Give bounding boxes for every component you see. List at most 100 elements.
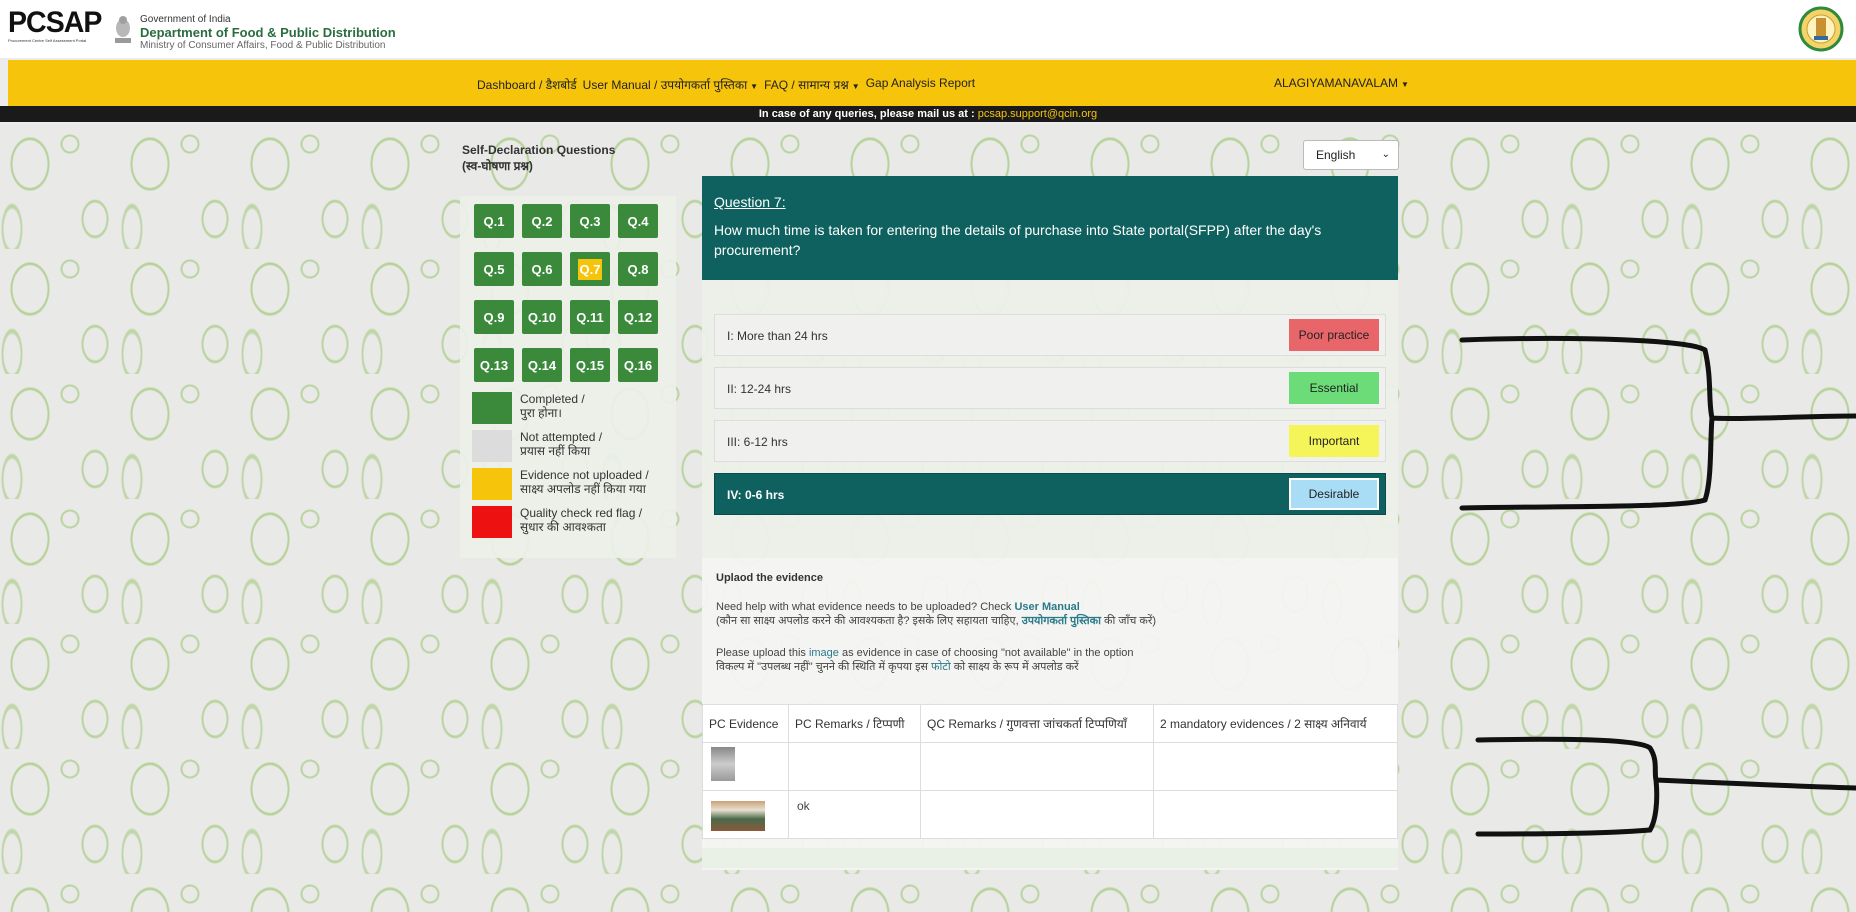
user-menu[interactable]: ALAGIYAMANAVALAM ▼ xyxy=(1274,76,1409,90)
help-en-text: Need help with what evidence needs to be… xyxy=(716,601,1015,613)
image-hi-text: विकल्प में "उपलब्ध नहीं" चुनने की स्थिति… xyxy=(716,661,931,673)
table-row xyxy=(702,742,1398,791)
col-pc-remarks: PC Remarks / टिप्पणी xyxy=(788,704,921,743)
answer-options: I: More than 24 hrs Poor practice II: 12-2… xyxy=(702,280,1398,558)
legend-text-hi: सुधार की आवश्कता xyxy=(520,520,606,534)
option-practice-badge: Important xyxy=(1289,425,1379,457)
question-button-7[interactable]: Q.7 xyxy=(570,252,610,286)
language-select[interactable]: English ⌄ xyxy=(1303,140,1399,170)
option-label: I: More than 24 hrs xyxy=(727,329,828,343)
image-en-suffix: as evidence in case of choosing "not ava… xyxy=(838,647,1134,659)
language-selected: English xyxy=(1316,148,1356,162)
support-email-link[interactable]: pcsap.support@qcin.org xyxy=(978,108,1097,120)
option-label: II: 12-24 hrs xyxy=(727,382,792,396)
option-label: III: 6-12 hrs xyxy=(727,435,788,449)
question-button-6[interactable]: Q.6 xyxy=(522,252,562,286)
sidebar-title-hi: (स्व-घोषणा प्रश्न) xyxy=(462,159,533,173)
sidebar-title: Self-Declaration Questions (स्व-घोषणा प्… xyxy=(462,142,615,174)
question-button-label: Q.14 xyxy=(527,357,557,373)
option-practice-badge: Poor practice xyxy=(1289,319,1379,351)
image-en-text: Please upload this xyxy=(716,647,809,659)
user-manual-hi-link[interactable]: उपयोगकर्ता पुस्तिका xyxy=(1022,615,1101,627)
question-button-label: Q.15 xyxy=(575,357,605,373)
question-button-label: Q.16 xyxy=(623,357,653,373)
question-button-label: Q.7 xyxy=(577,258,603,280)
evidence-thumbnail[interactable] xyxy=(711,801,765,831)
evidence-thumbnail[interactable] xyxy=(711,747,735,781)
question-button-14[interactable]: Q.14 xyxy=(522,348,562,382)
national-emblem-icon xyxy=(115,16,131,43)
mandatory-cell xyxy=(1153,742,1398,791)
col-pc-evidence: PC Evidence xyxy=(702,704,789,743)
nav-gap-analysis[interactable]: Gap Analysis Report xyxy=(866,76,975,93)
user-manual-link[interactable]: User Manual xyxy=(1014,601,1079,613)
legend-text-hi: प्रयास नहीं किया xyxy=(520,444,591,458)
evidence-cell xyxy=(702,742,789,791)
question-button-3[interactable]: Q.3 xyxy=(570,204,610,238)
user-name: ALAGIYAMANAVALAM xyxy=(1274,76,1399,90)
support-text: In case of any queries, please mail us a… xyxy=(758,108,975,120)
answer-option-4[interactable]: IV: 0-6 hrs Desirable xyxy=(714,473,1386,515)
image-link[interactable]: image xyxy=(809,647,839,659)
legend-swatch xyxy=(472,430,512,462)
photo-link[interactable]: फोटो xyxy=(931,661,951,673)
option-practice-badge: Desirable xyxy=(1289,478,1379,510)
upload-image-text: Please upload this image as evidence in … xyxy=(716,646,1134,674)
question-button-5[interactable]: Q.5 xyxy=(474,252,514,286)
legend-text-en: Evidence not uploaded / xyxy=(520,468,649,482)
question-button-8[interactable]: Q.8 xyxy=(618,252,658,286)
answer-option-2[interactable]: II: 12-24 hrs Essential xyxy=(714,367,1386,409)
col-qc-remarks: QC Remarks / गुणवत्ता जांचकर्ता टिप्पणिय… xyxy=(920,704,1154,743)
nav-user-manual[interactable]: User Manual / उपयोगकर्ता पुस्तिका ▼ xyxy=(583,76,758,93)
answer-option-1[interactable]: I: More than 24 hrs Poor practice xyxy=(714,314,1386,356)
evidence-upload-section: Uplaod the evidence Need help with what … xyxy=(702,558,1398,870)
question-button-label: Q.9 xyxy=(483,309,505,325)
question-button-label: Q.6 xyxy=(531,261,553,277)
legend-text-hi: पुरा होना। xyxy=(520,406,562,420)
legend-item: Completed / पुरा होना। xyxy=(472,392,649,430)
nav-dashboard-label: Dashboard / डैशबोर्ड xyxy=(477,78,577,92)
question-button-label: Q.11 xyxy=(576,309,604,325)
nav-faq[interactable]: FAQ / सामान्य प्रश्न ▼ xyxy=(764,76,860,93)
main-navbar: Dashboard / डैशबोर्ड User Manual / उपयोग… xyxy=(8,60,1856,106)
question-button-12[interactable]: Q.12 xyxy=(618,300,658,334)
evidence-table: PC Evidence PC Remarks / टिप्पणी QC Rema… xyxy=(702,704,1398,839)
answer-option-3[interactable]: III: 6-12 hrs Important xyxy=(714,420,1386,462)
legend-text-en: Not attempted / xyxy=(520,430,603,444)
department-name: Department of Food & Public Distribution xyxy=(140,25,396,40)
pcsap-logo-text: PCSAP xyxy=(8,6,102,39)
question-button-4[interactable]: Q.4 xyxy=(618,204,658,238)
qc-remarks-cell xyxy=(920,742,1154,791)
legend-text: Completed / पुरा होना। xyxy=(520,392,585,420)
nav-dashboard[interactable]: Dashboard / डैशबोर्ड xyxy=(477,76,577,93)
legend-item: Evidence not uploaded / साक्ष्य अपलोड नही… xyxy=(472,468,649,506)
question-button-13[interactable]: Q.13 xyxy=(474,348,514,382)
chevron-down-icon: ▼ xyxy=(851,82,860,91)
chevron-down-icon: ▼ xyxy=(1401,80,1409,89)
question-button-16[interactable]: Q.16 xyxy=(618,348,658,382)
legend-text: Evidence not uploaded / साक्ष्य अपलोड नही… xyxy=(520,468,649,496)
question-button-label: Q.5 xyxy=(483,261,505,277)
question-button-11[interactable]: Q.11 xyxy=(570,300,610,334)
upload-help-text: Need help with what evidence needs to be… xyxy=(716,600,1156,628)
pcsap-logo[interactable]: PCSAP Procurement Centre Self Assessment… xyxy=(8,6,108,50)
image-hi-suffix: को साक्ष्य के रूप में अपलोड करें xyxy=(950,661,1079,673)
legend-text: Not attempted / प्रयास नहीं किया xyxy=(520,430,602,458)
question-button-label: Q.8 xyxy=(627,261,649,277)
mandatory-cell xyxy=(1153,790,1398,839)
legend-swatch xyxy=(472,392,512,424)
col-mandatory: 2 mandatory evidences / 2 साक्ष्य अनिवार… xyxy=(1153,704,1398,743)
question-button-15[interactable]: Q.15 xyxy=(570,348,610,382)
question-button-10[interactable]: Q.10 xyxy=(522,300,562,334)
question-button-label: Q.12 xyxy=(623,309,653,325)
site-header: PCSAP Procurement Centre Self Assessment… xyxy=(0,0,1856,58)
nav-user-manual-label: User Manual / उपयोगकर्ता पुस्तिका xyxy=(582,78,748,92)
question-button-2[interactable]: Q.2 xyxy=(522,204,562,238)
legend-swatch xyxy=(472,506,512,538)
pc-remarks-cell: ok xyxy=(788,790,921,839)
legend-text-hi: साक्ष्य अपलोड नहीं किया गया xyxy=(520,482,646,496)
legend-text-en: Completed / xyxy=(520,392,585,406)
legend-swatch xyxy=(472,468,512,500)
question-button-1[interactable]: Q.1 xyxy=(474,204,514,238)
question-button-9[interactable]: Q.9 xyxy=(474,300,514,334)
